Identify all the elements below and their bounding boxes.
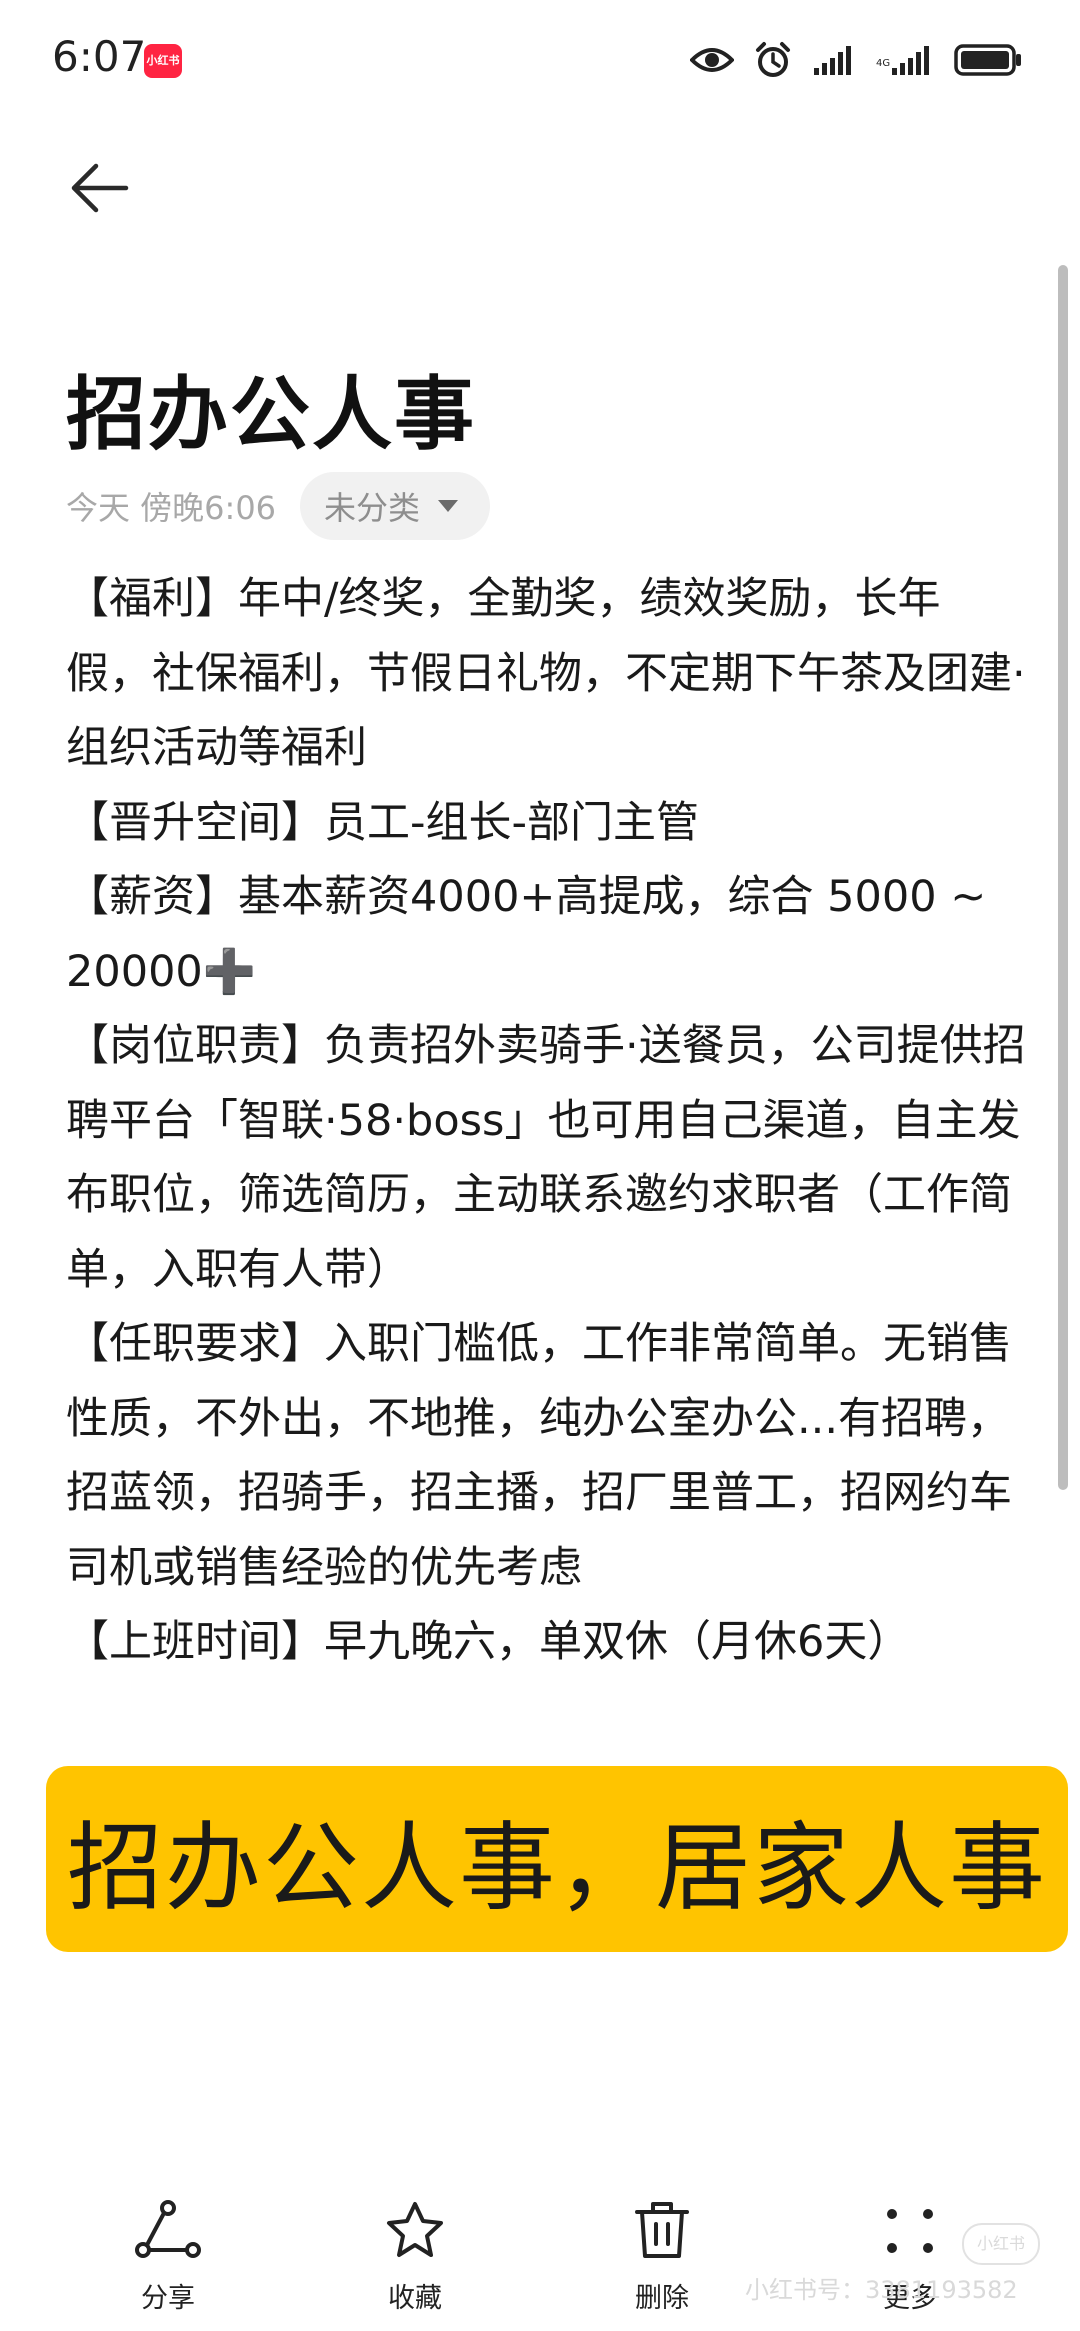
eye-icon	[690, 45, 734, 75]
app-notification-badge: 小红书	[144, 44, 182, 78]
note-body[interactable]: 【福利】年中/终奖，全勤奖，绩效奖励，长年假，社保福利，节假日礼物，不定期下午茶…	[66, 562, 1026, 1680]
note-meta: 今天 傍晚6:06 未分类	[66, 472, 491, 540]
star-icon	[384, 2200, 446, 2264]
favorite-button[interactable]: 收藏	[345, 2200, 485, 2315]
note-paragraph-duties: 【岗位职责】负责招外卖骑手·送餐员，公司提供招聘平台「智联·58·boss」也可…	[66, 1021, 1026, 1295]
status-time: 6:07	[52, 32, 147, 81]
note-paragraph-hours: 【上班时间】早九晚六，单双休（月休6天）	[66, 1617, 911, 1667]
status-icons: 4G	[690, 36, 1024, 84]
note-paragraph-salary: 【薪资】基本薪资4000+高提成，综合 5000 ~ 20000➕	[66, 872, 987, 997]
alarm-icon	[754, 41, 792, 79]
delete-label: 删除	[635, 2283, 689, 2314]
category-dropdown[interactable]: 未分类	[300, 472, 491, 540]
arrow-left-icon	[70, 160, 130, 220]
category-label: 未分类	[324, 489, 421, 527]
share-button[interactable]: 分享	[98, 2200, 238, 2315]
watermark-text: 小红书号：3381193582	[745, 2276, 1018, 2304]
watermark-logo: 小红书	[962, 2223, 1040, 2265]
scrollbar[interactable]	[1058, 265, 1068, 1490]
share-label: 分享	[141, 2283, 195, 2314]
note-timestamp: 今天 傍晚6:06	[66, 489, 277, 527]
favorite-label: 收藏	[388, 2283, 442, 2314]
share-icon	[135, 2200, 201, 2264]
status-bar: 6:07 小红书 4G	[0, 0, 1080, 120]
banner-text: 招办公人事，居家人事	[67, 1811, 1047, 1924]
bottom-toolbar: 分享 收藏 删除 更多	[0, 2180, 1080, 2331]
battery-icon	[954, 43, 1024, 77]
signal-icon: 4G	[876, 44, 934, 76]
note-paragraph-benefits: 【福利】年中/终奖，全勤奖，绩效奖励，长年假，社保福利，节假日礼物，不定期下午茶…	[66, 574, 1026, 773]
trash-icon	[633, 2200, 691, 2264]
delete-button[interactable]: 删除	[592, 2200, 732, 2315]
highlight-banner: 招办公人事，居家人事	[46, 1766, 1068, 1952]
back-button[interactable]	[60, 150, 140, 230]
signal-icon	[812, 44, 856, 76]
chevron-down-icon	[438, 500, 459, 512]
svg-text:4G: 4G	[876, 58, 890, 69]
more-icon	[882, 2200, 938, 2264]
note-paragraph-promotion: 【晋升空间】员工-组长-部门主管	[66, 797, 700, 848]
note-paragraph-requirements: 【任职要求】入职门槛低，工作非常简单。无销售性质，不外出，不地推，纯办公室办公.…	[66, 1319, 1012, 1593]
note-title[interactable]: 招办公人事	[66, 350, 476, 466]
